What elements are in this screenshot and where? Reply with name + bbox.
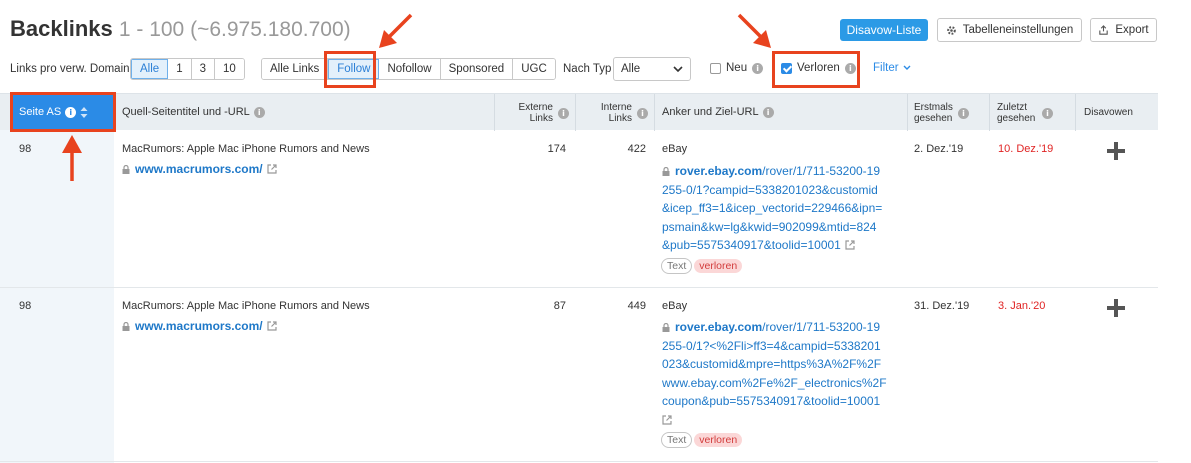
link-type-badge: Text [661, 432, 693, 448]
export-label: Export [1115, 24, 1149, 36]
table-settings-label: Tabelleneinstellungen [962, 24, 1074, 36]
last-seen-header[interactable]: Zuletzt gesehen [997, 102, 1035, 124]
external-link-icon[interactable] [266, 164, 277, 174]
info-icon: i [752, 62, 764, 74]
row-tags: Text verloren [661, 432, 744, 448]
link-type-selector[interactable]: Alle Links Follow Nofollow Sponsored UGC [261, 58, 556, 80]
filter-label: Filter [873, 62, 899, 74]
lost-badge: verloren [694, 259, 743, 273]
source-url-link[interactable]: www.macrumors.com/ [122, 162, 277, 176]
external-link-icon[interactable] [266, 321, 277, 331]
disavow-header: Disavowen [1084, 107, 1133, 118]
option-3[interactable]: 3 [191, 59, 215, 79]
lock-icon [122, 322, 130, 331]
external-links-header[interactable]: Externe Links [498, 102, 553, 124]
page-as-value: 98 [19, 143, 32, 155]
option-nofollow[interactable]: Nofollow [379, 59, 441, 79]
info-icon: i [558, 108, 569, 119]
link-type-badge: Text [661, 258, 693, 274]
target-url-link[interactable]: rover.ebay.com/rover/1/711-53200-19 255-… [662, 318, 887, 429]
first-seen-header[interactable]: Erstmals gesehen [914, 102, 953, 124]
option-ugc[interactable]: UGC [513, 59, 555, 79]
info-icon: i [958, 108, 969, 119]
option-all-links[interactable]: Alle Links [262, 59, 329, 79]
disavow-list-button[interactable]: Disavow-Liste [840, 19, 928, 41]
internal-links-header[interactable]: Interne Links [580, 102, 632, 124]
lock-icon [662, 167, 670, 176]
annotation-arrow-icon [62, 135, 82, 181]
anchor-text: eBay [662, 143, 688, 155]
page-title: Backlinks 1 - 100 (~6.975.180.700) [10, 16, 351, 41]
sorted-column-background [0, 130, 114, 463]
new-checkbox[interactable] [710, 62, 721, 74]
filter-dropdown[interactable]: Filter [873, 62, 911, 74]
first-seen-value: 31. Dez.'19 [914, 300, 970, 312]
row-divider [0, 461, 1158, 462]
export-icon [1099, 24, 1109, 35]
results-range: 1 - 100 (~6.975.180.700) [118, 18, 351, 41]
target-url-link[interactable]: rover.ebay.com/rover/1/711-53200-19 255-… [662, 162, 882, 255]
export-button[interactable]: Export [1090, 18, 1157, 42]
option-1[interactable]: 1 [168, 59, 192, 79]
info-icon: i [762, 107, 774, 118]
annotation-highlight-follow [324, 51, 376, 88]
new-label: Neu [726, 62, 748, 74]
lock-icon [122, 165, 130, 174]
internal-links-value: 422 [627, 143, 646, 155]
annotation-arrow-icon [737, 13, 771, 48]
annotation-highlight-page-as [10, 92, 116, 132]
external-links-value: 87 [553, 300, 566, 312]
table-settings-button[interactable]: Tabelleneinstellungen [937, 18, 1082, 42]
disavow-add-icon[interactable] [1106, 298, 1126, 318]
option-all[interactable]: Alle [131, 59, 169, 79]
by-type-select[interactable]: Alle [613, 57, 691, 81]
table-header: Seite AS i Quell-Seitentitel und -URL i E… [0, 93, 1158, 131]
chevron-down-icon [673, 65, 683, 72]
info-icon: i [637, 108, 648, 119]
annotation-arrow-icon [379, 13, 413, 48]
annotation-highlight-lost [772, 51, 860, 88]
links-per-domain-selector[interactable]: Alle 1 3 10 [130, 58, 245, 80]
option-sponsored[interactable]: Sponsored [440, 59, 514, 79]
internal-links-value: 449 [627, 300, 646, 312]
row-divider [0, 287, 1158, 288]
info-icon: i [253, 107, 265, 118]
new-filter[interactable]: Neu i [710, 62, 764, 74]
by-type-value: Alle [621, 63, 641, 75]
gear-icon [946, 25, 956, 35]
anchor-text: eBay [662, 300, 688, 312]
page-as-value: 98 [19, 300, 32, 312]
external-link-icon[interactable] [662, 414, 672, 425]
anchor-header: Anker und Ziel-URL i [662, 107, 774, 118]
source-url-link[interactable]: www.macrumors.com/ [122, 319, 277, 333]
lost-badge: verloren [694, 433, 743, 447]
first-seen-value: 2. Dez.'19 [914, 143, 964, 155]
by-type-label: Nach Typ [563, 63, 612, 75]
disavow-add-icon[interactable] [1106, 141, 1126, 161]
source-title: MacRumors: Apple Mac iPhone Rumors and N… [122, 143, 370, 155]
external-link-icon[interactable] [845, 240, 855, 250]
external-links-value: 174 [547, 143, 566, 155]
links-per-domain-label: Links pro verw. Domain [10, 63, 130, 75]
option-10[interactable]: 10 [215, 59, 244, 79]
last-seen-value: 3. Jan.'20 [998, 300, 1046, 312]
last-seen-value: 10. Dez.'19 [998, 143, 1054, 155]
source-header: Quell-Seitentitel und -URL i [122, 107, 265, 118]
source-title: MacRumors: Apple Mac iPhone Rumors and N… [122, 300, 370, 312]
lock-icon [662, 323, 670, 332]
info-icon: i [1042, 108, 1053, 119]
row-tags: Text verloren [661, 258, 744, 274]
chevron-down-icon [903, 65, 911, 70]
